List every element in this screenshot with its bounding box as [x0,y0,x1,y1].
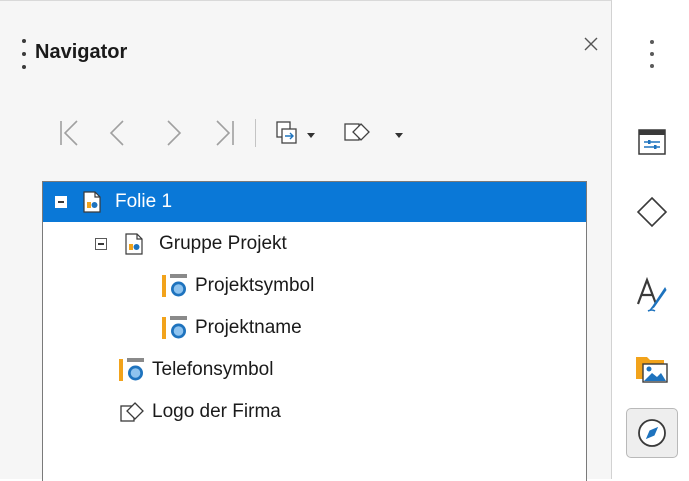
first-icon[interactable] [52,113,86,153]
tree-item-label: Logo der Firma [152,401,281,422]
navigator-icon[interactable] [626,408,678,458]
drag-mode-icon[interactable] [274,113,318,153]
object-icon [161,272,189,300]
slide-icon [83,191,101,213]
navigator-panel: Navigator Folie 1 Gruppe Projekt Projekt… [0,0,612,481]
tree-item-telefonsymbol[interactable]: Telefonsymbol [118,350,273,390]
navigator-tree: Folie 1 Gruppe Projekt Projektsymbol Pro… [42,181,587,481]
navigator-titlebar: Navigator [0,1,610,69]
tree-item-label: Gruppe Projekt [159,233,287,254]
shapes-icon[interactable] [342,113,412,153]
tree-item-label: Projektname [195,317,302,338]
slide-icon [125,233,143,255]
next-icon[interactable] [159,113,189,153]
last-icon[interactable] [208,113,242,153]
drag-handle-icon[interactable] [22,39,26,69]
toolbar-separator [253,113,257,153]
panel-title: Navigator [35,41,128,63]
tree-item-projektname[interactable]: Projektname [161,308,302,348]
collapse-icon[interactable] [55,196,67,208]
tree-item-projektsymbol[interactable]: Projektsymbol [161,266,314,306]
styles-icon[interactable] [626,270,678,320]
tree-item-folie-1[interactable]: Folie 1 [43,182,586,222]
properties-icon[interactable] [626,117,678,167]
tree-item-logo-der-firma[interactable]: Logo der Firma [118,392,281,432]
close-icon[interactable] [580,33,602,55]
object-icon [118,356,146,384]
tree-item-label: Folie 1 [115,191,173,212]
tree-item-gruppe-projekt[interactable]: Gruppe Projekt [95,224,287,264]
previous-icon[interactable] [102,113,132,153]
object-icon [161,314,189,342]
collapse-icon[interactable] [95,238,107,250]
shapes-icon [118,398,146,426]
shapes-icon[interactable] [626,187,678,237]
tree-item-label: Telefonsymbol [152,359,274,380]
tree-item-label: Projektsymbol [195,275,315,296]
sidebar-menu-icon[interactable] [650,40,654,68]
gallery-icon[interactable] [626,343,678,393]
navigator-toolbar [52,113,432,153]
